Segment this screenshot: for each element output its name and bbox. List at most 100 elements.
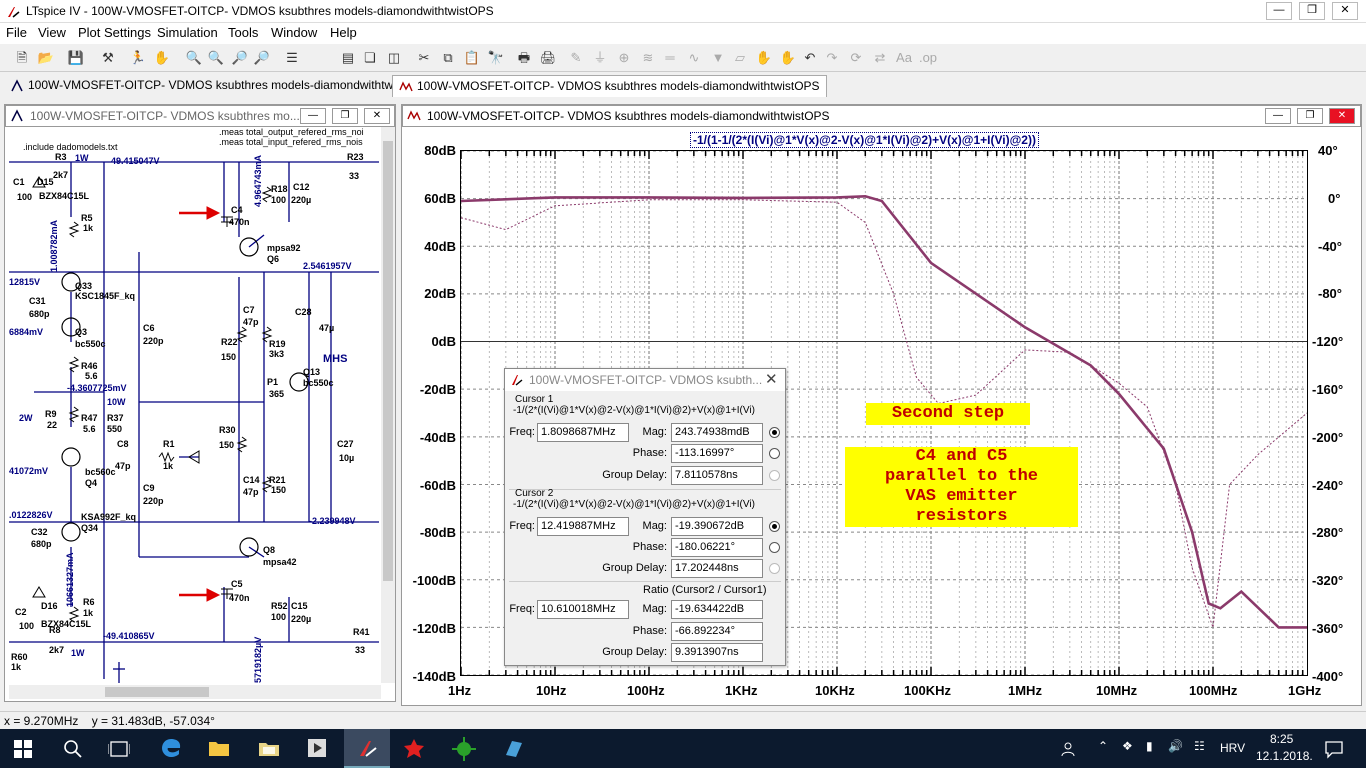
zoom-out-icon[interactable]: 🔎: [230, 48, 250, 68]
wire-icon[interactable]: ✎: [566, 48, 586, 68]
tile-vertical-icon[interactable]: ◫: [384, 48, 404, 68]
menu-file[interactable]: File: [6, 25, 27, 40]
waveform-minimize-button[interactable]: —: [1265, 108, 1291, 124]
cursor1-phase-radio[interactable]: [769, 448, 780, 459]
copy-icon[interactable]: ⧉: [438, 48, 458, 68]
cursor2-gd-radio[interactable]: [769, 563, 780, 574]
restore-button[interactable]: ❐: [1299, 2, 1325, 20]
zoom-in-icon[interactable]: 🔍: [184, 48, 204, 68]
battery-icon[interactable]: ▮: [1146, 739, 1153, 753]
undo-icon[interactable]: ↶: [800, 48, 820, 68]
taskbar-ltspice-button[interactable]: [344, 729, 390, 768]
schematic-window[interactable]: 100W-VMOSFET-OITCP- VDMOS ksubthres mo..…: [4, 104, 396, 702]
clock-date[interactable]: 12.1.2018.: [1256, 749, 1313, 763]
paste-icon[interactable]: 📋: [462, 48, 482, 68]
run-icon[interactable]: 🏃: [128, 48, 148, 68]
schematic-vertical-scrollbar[interactable]: [381, 127, 395, 683]
cursor2-mag-field[interactable]: -19.390672dB: [671, 517, 763, 536]
menu-simulation[interactable]: Simulation: [157, 25, 218, 40]
resistor-icon[interactable]: ≋: [638, 48, 658, 68]
app-icon-blue[interactable]: [502, 737, 526, 761]
schematic-close-button[interactable]: ✕: [364, 108, 390, 124]
cursor1-gd-radio[interactable]: [769, 470, 780, 481]
new-schematic-icon[interactable]: 🗎: [12, 48, 32, 68]
capacitor-icon[interactable]: ═: [660, 48, 680, 68]
tile-horizontal-icon[interactable]: ▤: [338, 48, 358, 68]
ratio-mag-field[interactable]: -19.634422dB: [671, 600, 763, 619]
waveform-close-button[interactable]: ✕: [1329, 108, 1355, 124]
file-explorer-icon[interactable]: [208, 738, 230, 758]
text-icon[interactable]: Aa: [894, 48, 914, 68]
cursor2-mag-radio[interactable]: [769, 521, 780, 532]
menu-view[interactable]: View: [38, 25, 66, 40]
menu-plot-settings[interactable]: Plot Settings: [78, 25, 151, 40]
diode-icon[interactable]: ▼: [708, 48, 728, 68]
ratio-phase-field[interactable]: -66.892234°: [671, 622, 763, 641]
print-preview-icon[interactable]: 🖶: [514, 48, 534, 68]
cursor1-freq-field[interactable]: 1.8098687MHz: [537, 423, 629, 442]
trace-label[interactable]: -1/(1-1/(2*(I(Vi)@1*V(x)@2-V(x)@1*I(Vi)@…: [690, 132, 1039, 148]
cursor-dialog-titlebar[interactable]: 100W-VMOSFET-OITCP- VDMOS ksubth... ✕: [505, 369, 785, 391]
redo-icon[interactable]: ↷: [822, 48, 842, 68]
zoom-area-icon[interactable]: 🔍: [206, 48, 226, 68]
chevron-up-icon[interactable]: ⌃: [1098, 739, 1108, 753]
ratio-gd-field[interactable]: 9.3913907ns: [671, 643, 763, 662]
volume-icon[interactable]: 🔊: [1168, 739, 1183, 753]
notifications-icon[interactable]: [1324, 739, 1344, 759]
dropbox-icon[interactable]: ❖: [1122, 739, 1133, 753]
cursor2-phase-radio[interactable]: [769, 542, 780, 553]
schematic-vertical-scroll-thumb[interactable]: [383, 141, 393, 581]
language-indicator[interactable]: HRV: [1220, 741, 1245, 755]
close-button[interactable]: ✕: [1332, 2, 1358, 20]
menu-help[interactable]: Help: [330, 25, 357, 40]
minimize-button[interactable]: —: [1266, 2, 1292, 20]
schematic-restore-button[interactable]: ❐: [332, 108, 358, 124]
find-icon[interactable]: 🔭: [486, 48, 506, 68]
folder-icon[interactable]: [258, 738, 280, 758]
move-icon[interactable]: ✋: [754, 48, 774, 68]
waveform-window-titlebar[interactable]: 100W-VMOSFET-OITCP- VDMOS ksubthres mode…: [402, 105, 1361, 127]
control-panel-icon[interactable]: ⚒: [98, 48, 118, 68]
app-icon-green[interactable]: [452, 737, 476, 761]
network-icon[interactable]: ☷: [1194, 739, 1205, 753]
cursor1-gd-field[interactable]: 7.8110578ns: [671, 466, 763, 485]
cursor1-phase-field[interactable]: -113.16997°: [671, 444, 763, 463]
cursor-dialog-close-icon[interactable]: ✕: [765, 370, 778, 388]
print-icon[interactable]: 🖨: [538, 48, 558, 68]
ratio-freq-field[interactable]: 10.610018MHz: [537, 600, 629, 619]
label-net-icon[interactable]: ⊕: [614, 48, 634, 68]
drag-icon[interactable]: ✋: [778, 48, 798, 68]
ground-icon[interactable]: ⏚: [590, 48, 610, 68]
inductor-icon[interactable]: ∿: [684, 48, 704, 68]
cursor1-mag-radio[interactable]: [769, 427, 780, 438]
component-icon[interactable]: ▱: [730, 48, 750, 68]
cursor1-mag-field[interactable]: 243.74938mdB: [671, 423, 763, 442]
menu-window[interactable]: Window: [271, 25, 317, 40]
clock-time[interactable]: 8:25: [1270, 732, 1293, 746]
waveform-restore-button[interactable]: ❐: [1297, 108, 1323, 124]
mirror-icon[interactable]: ⇄: [870, 48, 890, 68]
pan-icon[interactable]: ✋: [152, 48, 172, 68]
save-icon[interactable]: 💾: [66, 48, 86, 68]
app-icon-red[interactable]: [402, 737, 426, 761]
tab-schematic[interactable]: 100W-VMOSFET-OITCP- VDMOS ksubthres mode…: [4, 75, 437, 97]
zoom-fit-icon[interactable]: 🔎: [252, 48, 272, 68]
cascade-icon[interactable]: ❏: [360, 48, 380, 68]
rotate-icon[interactable]: ⟳: [846, 48, 866, 68]
cursor2-phase-field[interactable]: -180.06221°: [671, 538, 763, 557]
schematic-canvas[interactable]: .include dadomodels.txt .meas total_outp…: [9, 127, 383, 683]
cursor2-freq-field[interactable]: 12.419887MHz: [537, 517, 629, 536]
schematic-horizontal-scrollbar[interactable]: [9, 685, 381, 699]
windows-start-icon[interactable]: [14, 740, 32, 758]
open-icon[interactable]: 📂: [36, 48, 56, 68]
spice-directive-icon[interactable]: .op: [918, 48, 938, 68]
autoscale-icon[interactable]: ☰: [282, 48, 302, 68]
cursor2-gd-field[interactable]: 17.202448ns: [671, 559, 763, 578]
search-icon[interactable]: [63, 739, 83, 759]
schematic-window-titlebar[interactable]: 100W-VMOSFET-OITCP- VDMOS ksubthres mo..…: [5, 105, 395, 127]
task-view-icon[interactable]: [108, 739, 130, 759]
menu-tools[interactable]: Tools: [228, 25, 258, 40]
people-icon[interactable]: [1060, 739, 1080, 759]
cursor-dialog[interactable]: 100W-VMOSFET-OITCP- VDMOS ksubth... ✕ Cu…: [504, 368, 786, 666]
tab-waveform[interactable]: 100W-VMOSFET-OITCP- VDMOS ksubthres mode…: [392, 75, 827, 97]
